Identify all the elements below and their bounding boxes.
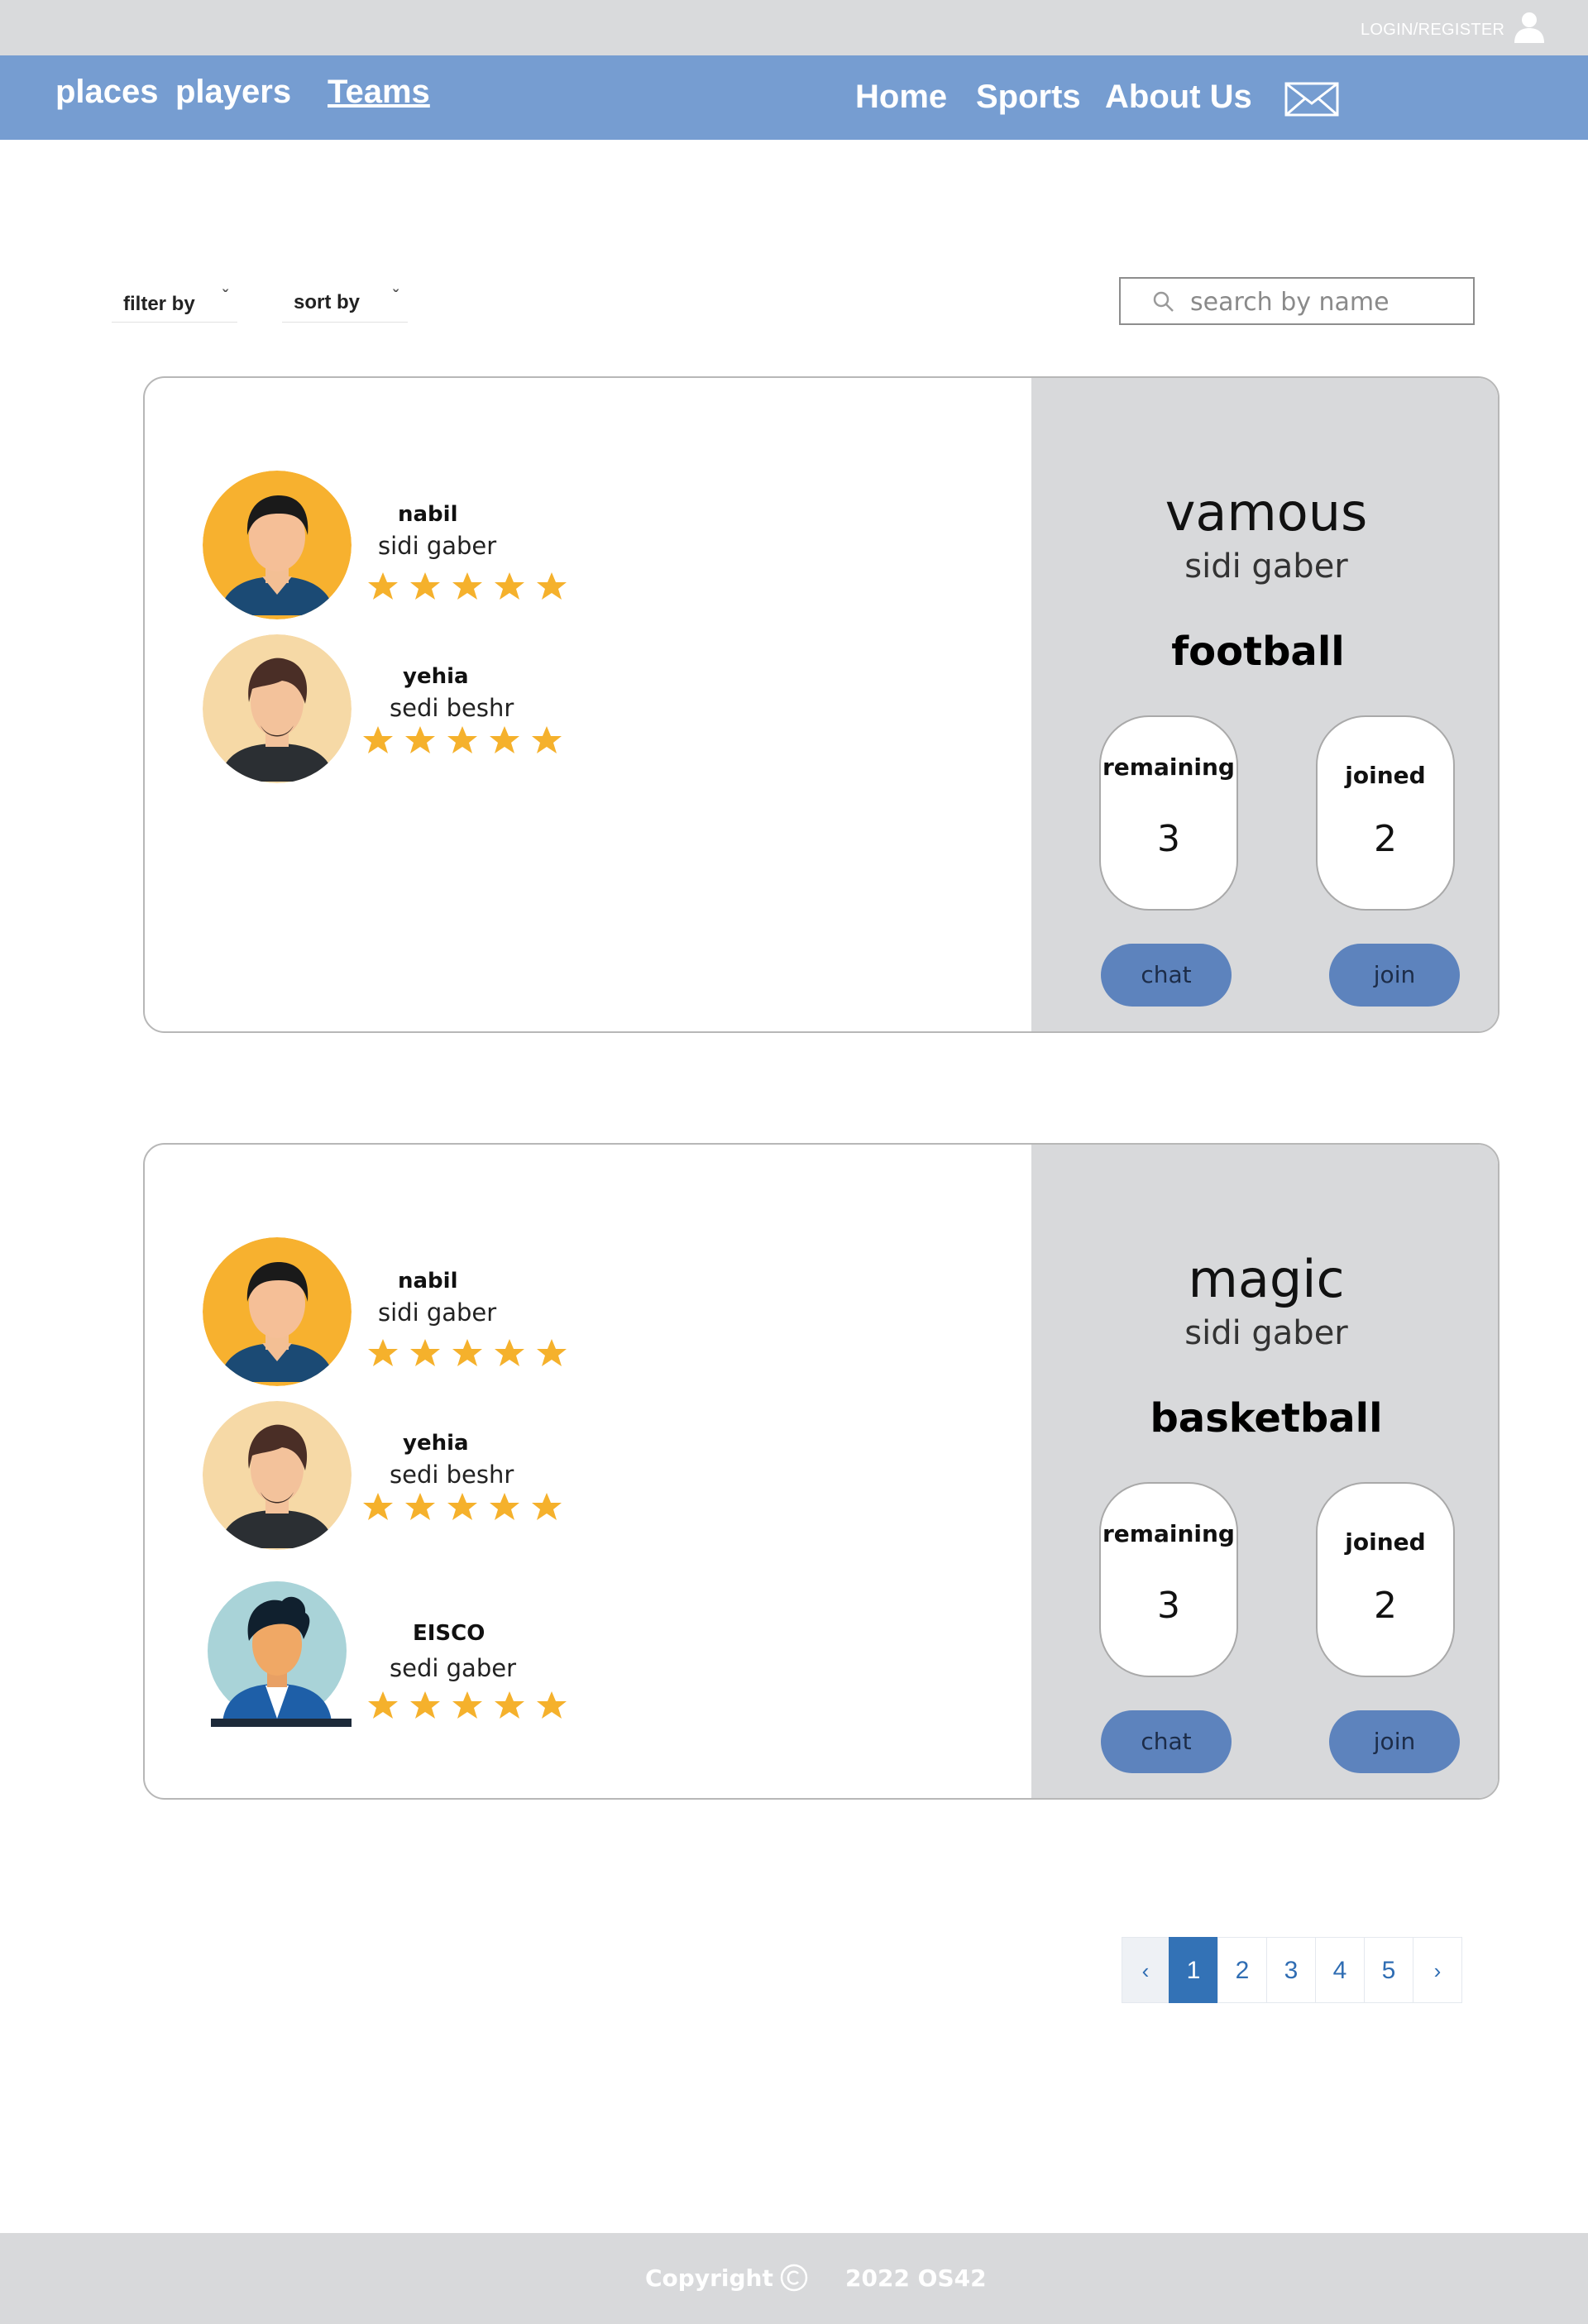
rating-stars	[368, 1339, 567, 1366]
rating-stars	[363, 1493, 562, 1520]
avatar	[203, 1237, 352, 1386]
remaining-value: 3	[1157, 818, 1180, 860]
remaining-value: 3	[1157, 1585, 1180, 1627]
sort-dropdown[interactable]: sort by ˇ	[282, 288, 408, 323]
filter-dropdown[interactable]: filter by ˇ	[112, 288, 237, 323]
remaining-counter: remaining 3	[1099, 715, 1238, 911]
pagination-page-2[interactable]: 2	[1217, 1937, 1267, 2003]
user-icon[interactable]	[1512, 10, 1547, 45]
search-placeholder: search by name	[1190, 288, 1390, 317]
player-location: sidi gaber	[378, 1298, 497, 1327]
team-name: magic	[1188, 1249, 1345, 1309]
nav-about-us[interactable]: About Us	[1105, 79, 1252, 116]
join-button[interactable]: join	[1329, 1710, 1460, 1773]
avatar	[203, 1401, 352, 1550]
rating-stars	[368, 1691, 567, 1719]
player-name: yehia	[403, 664, 469, 689]
search-input[interactable]: search by name	[1119, 277, 1475, 325]
pagination-prev[interactable]: ‹	[1122, 1937, 1169, 2003]
player-name: yehia	[403, 1431, 469, 1456]
nav-sports[interactable]: Sports	[976, 79, 1081, 116]
remaining-counter: remaining 3	[1099, 1482, 1238, 1677]
rating-stars	[368, 572, 567, 600]
team-summary: magic sidi gaber basketball remaining 3 …	[1031, 1145, 1498, 1798]
team-card: nabil sidi gaber yehia sedi beshr vamous…	[143, 376, 1500, 1033]
player-location: sedi beshr	[390, 1461, 514, 1489]
player-name: nabil	[398, 502, 458, 527]
pagination-next[interactable]: ›	[1413, 1937, 1462, 2003]
remaining-label: remaining	[1103, 753, 1235, 781]
mail-icon[interactable]	[1284, 82, 1339, 117]
remaining-label: remaining	[1103, 1520, 1235, 1547]
player-name: EISCO	[413, 1621, 485, 1646]
rating-stars	[363, 726, 562, 753]
joined-label: joined	[1345, 762, 1426, 789]
copyright-icon	[780, 2264, 808, 2292]
pagination-page-3[interactable]: 3	[1266, 1937, 1316, 2003]
sort-label: sort by	[294, 291, 361, 313]
avatar	[203, 1580, 352, 1729]
filter-label: filter by	[123, 293, 195, 315]
chevron-down-icon: ˇ	[222, 288, 228, 306]
player-location: sidi gaber	[378, 532, 497, 560]
nav-places[interactable]: places	[55, 74, 159, 111]
team-sport: basketball	[1150, 1395, 1383, 1442]
avatar	[203, 471, 352, 619]
team-location: sidi gaber	[1184, 1314, 1348, 1352]
chevron-down-icon: ˇ	[393, 288, 399, 306]
chat-button[interactable]: chat	[1101, 944, 1232, 1007]
pagination-page-1[interactable]: 1	[1169, 1937, 1218, 2003]
joined-counter: joined 2	[1316, 1482, 1455, 1677]
copyright-label: Copyright	[645, 2264, 773, 2292]
team-name: vamous	[1165, 482, 1368, 543]
login-register-link[interactable]: LOGIN/REGISTER	[1361, 21, 1504, 40]
pagination: ‹ 1 2 3 4 5 ›	[1122, 1937, 1462, 2003]
team-card: nabil sidi gaber yehia sedi beshr EISCO …	[143, 1143, 1500, 1800]
player-location: sedi gaber	[390, 1654, 516, 1682]
joined-value: 2	[1374, 1585, 1397, 1627]
join-button[interactable]: join	[1329, 944, 1460, 1007]
team-sport: football	[1171, 629, 1345, 675]
player-name: nabil	[398, 1269, 458, 1294]
nav-players[interactable]: players	[175, 74, 291, 111]
nav-home[interactable]: Home	[855, 79, 947, 116]
search-icon	[1153, 291, 1174, 312]
player-location: sedi beshr	[390, 694, 514, 722]
pagination-page-5[interactable]: 5	[1364, 1937, 1413, 2003]
chat-button[interactable]: chat	[1101, 1710, 1232, 1773]
nav-teams[interactable]: Teams	[328, 74, 430, 111]
top-bar: LOGIN/REGISTER	[0, 0, 1588, 55]
joined-counter: joined 2	[1316, 715, 1455, 911]
team-location: sidi gaber	[1184, 548, 1348, 586]
team-summary: vamous sidi gaber football remaining 3 j…	[1031, 378, 1498, 1031]
copyright-year: 2022 OS42	[845, 2264, 987, 2292]
joined-value: 2	[1374, 818, 1397, 860]
footer: Copyright 2022 OS42	[0, 2233, 1588, 2324]
avatar	[203, 634, 352, 783]
pagination-page-4[interactable]: 4	[1315, 1937, 1365, 2003]
joined-label: joined	[1345, 1528, 1426, 1556]
main-nav: places players Teams Home Sports About U…	[0, 55, 1588, 140]
